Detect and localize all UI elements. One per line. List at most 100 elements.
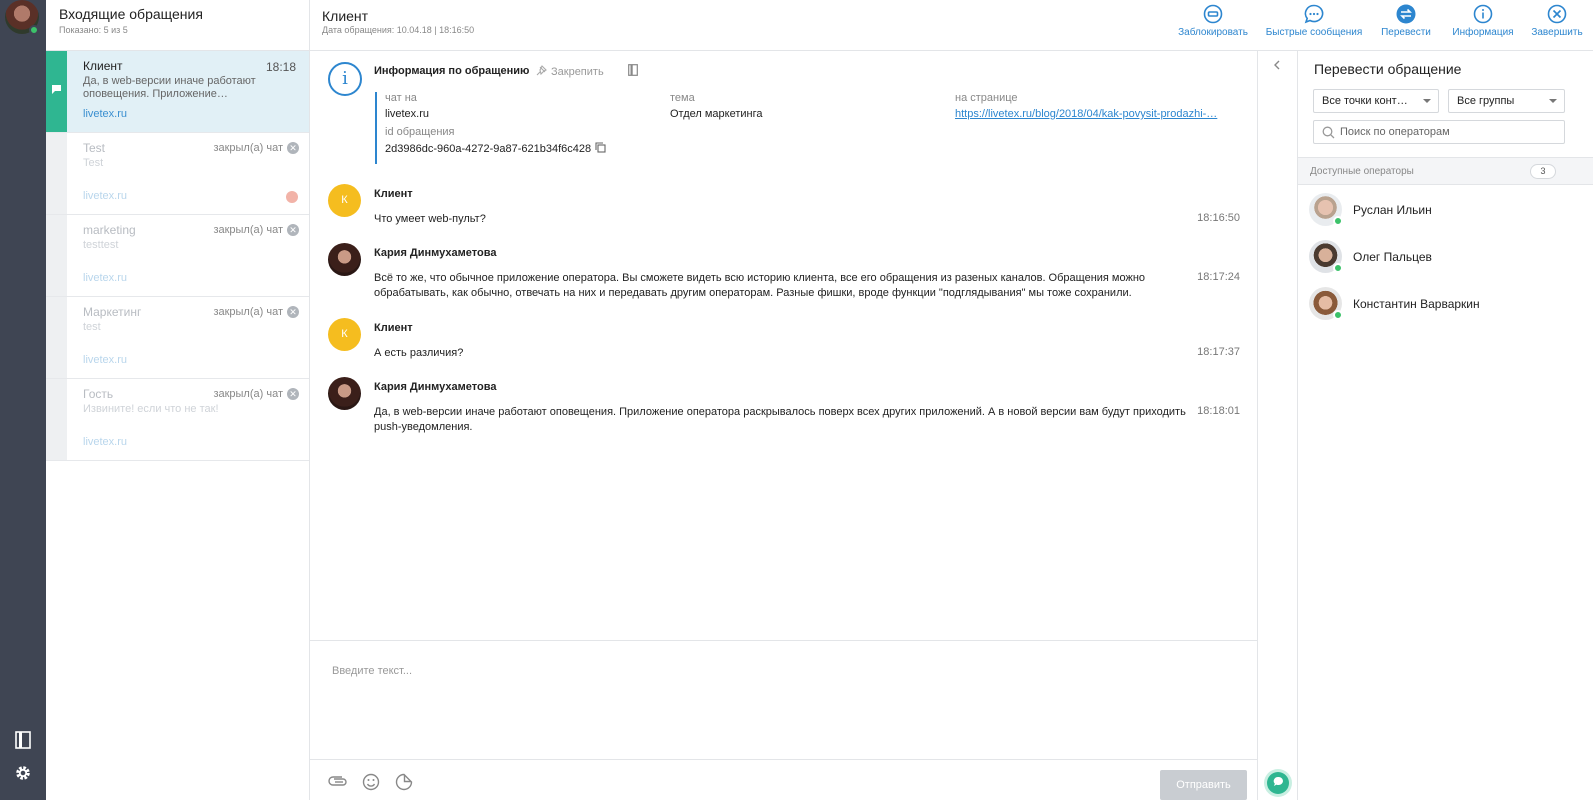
pin-label: Закрепить	[551, 66, 604, 78]
chat-closed-label: закрыл(а) чат	[213, 306, 283, 318]
dismiss-chat-icon[interactable]: ✕	[287, 388, 299, 400]
quick-messages-button[interactable]: Быстрые сообщения	[1261, 4, 1367, 38]
online-status-dot	[1333, 216, 1343, 226]
chat-closed-label: закрыл(а) чат	[213, 142, 283, 154]
chat-list-item[interactable]: marketing закрыл(а) чат ✕ testtest livete…	[46, 215, 309, 297]
chat-status-strip	[46, 215, 67, 296]
chat-site-link[interactable]: livetex.ru	[83, 436, 127, 448]
message-item: К Клиент Что умеет web-пульт? 18:16:50	[328, 184, 1240, 234]
chat-status-strip	[46, 297, 67, 378]
finish-button[interactable]: Завершить	[1521, 4, 1593, 38]
block-label: Заблокировать	[1178, 27, 1248, 38]
transfer-panel: Перевести обращение Все точки конт… Все …	[1298, 51, 1593, 800]
client-avatar: К	[328, 184, 361, 217]
knowledge-book-icon[interactable]	[12, 729, 34, 751]
operator-avatar	[328, 243, 361, 276]
conversation-date: Дата обращения: 10.04.18 | 18:16:50	[322, 25, 475, 35]
send-button[interactable]: Отправить	[1160, 770, 1247, 800]
operator-item[interactable]: Руслан Ильин	[1309, 193, 1579, 229]
chat-site-link[interactable]: livetex.ru	[83, 272, 127, 284]
message-input[interactable]: Введите текст...	[332, 665, 412, 677]
chat-list-item[interactable]: Клиент 18:18 Да, в web-версии иначе рабо…	[46, 51, 309, 133]
quick-messages-label: Быстрые сообщения	[1265, 27, 1363, 38]
chat-site-link[interactable]: livetex.ru	[83, 190, 127, 202]
close-circle-icon	[1547, 4, 1567, 24]
chat-last-message: test	[83, 321, 101, 333]
operator-name: Олег Пальцев	[1353, 250, 1432, 264]
page-url-link[interactable]: https://livetex.ru/blog/2018/04/kak-povy…	[955, 108, 1235, 120]
groups-value: Все группы	[1457, 95, 1515, 107]
message-author: Кария Динмухаметова	[374, 381, 497, 393]
chat-list-item[interactable]: Test закрыл(а) чат ✕ Test livetex.ru	[46, 133, 309, 215]
bookmark-icon[interactable]	[628, 64, 638, 79]
chat-bubble-icon	[1273, 776, 1284, 790]
message-item: Кария Динмухаметова Всё то же, что обычн…	[328, 243, 1240, 303]
emoji-icon[interactable]	[360, 772, 382, 792]
groups-select[interactable]: Все группы	[1448, 89, 1565, 113]
dismiss-chat-icon[interactable]: ✕	[287, 142, 299, 154]
block-button[interactable]: Заблокировать	[1165, 4, 1261, 38]
operator-name: Руслан Ильин	[1353, 203, 1432, 217]
message-author: Клиент	[374, 188, 413, 200]
chat-last-message: Извините! если что не так!	[83, 403, 219, 415]
operator-item[interactable]: Константин Варваркин	[1309, 287, 1579, 323]
dismiss-chat-icon[interactable]: ✕	[287, 224, 299, 236]
chevron-left-icon[interactable]	[1271, 59, 1283, 74]
transfer-label: Перевести	[1381, 27, 1431, 38]
message-time: 18:18:01	[1197, 405, 1240, 417]
topic-value: Отдел маркетинга	[670, 108, 763, 120]
information-button[interactable]: Информация	[1445, 4, 1521, 38]
sticker-icon[interactable]	[393, 772, 415, 792]
chat-closed-status: закрыл(а) чат ✕	[213, 224, 299, 236]
chat-last-message: Test	[83, 157, 104, 169]
chat-list-item[interactable]: Гость закрыл(а) чат ✕ Извините! если что …	[46, 379, 309, 461]
request-info-title: Информация по обращению	[374, 65, 530, 77]
chat-status-strip	[46, 379, 67, 460]
available-operators-header: Доступные операторы 3	[1298, 157, 1593, 185]
block-icon	[1203, 4, 1223, 24]
transfer-title: Перевести обращение	[1314, 61, 1462, 77]
chat-list-item[interactable]: Маркетинг закрыл(а) чат ✕ test livetex.ru	[46, 297, 309, 379]
chat-status-strip	[46, 51, 67, 132]
chat-fab-button[interactable]	[1267, 772, 1289, 794]
chat-closed-status: закрыл(а) чат ✕	[213, 388, 299, 400]
info-circle-icon: i	[328, 62, 362, 96]
incoming-chats-panel: Входящие обращения Показано: 5 из 5 Клие…	[46, 0, 310, 800]
side-panel-toggle-column	[1258, 51, 1298, 800]
finish-label: Завершить	[1531, 27, 1583, 38]
contact-points-select[interactable]: Все точки конт…	[1313, 89, 1439, 113]
conversation-header: Клиент Дата обращения: 10.04.18 | 18:16:…	[310, 0, 1593, 51]
conversation-title: Клиент	[322, 8, 369, 24]
request-id-row: 2d3986dc-960a-4272-9a87-621b34f6c428	[385, 142, 606, 156]
operator-item[interactable]: Олег Пальцев	[1309, 240, 1579, 276]
available-operators-label: Доступные операторы	[1310, 166, 1414, 177]
message-time: 18:17:24	[1197, 271, 1240, 283]
chat-site-link[interactable]: livetex.ru	[83, 108, 127, 120]
chat-closed-label: закрыл(а) чат	[213, 388, 283, 400]
chat-site-link[interactable]: livetex.ru	[83, 354, 127, 366]
transfer-icon	[1396, 4, 1416, 24]
message-text: Да, в web-версии иначе работают оповещен…	[374, 406, 1186, 433]
attach-icon[interactable]	[327, 772, 349, 792]
pin-button[interactable]: Закрепить	[536, 65, 604, 79]
dismiss-chat-icon[interactable]: ✕	[287, 306, 299, 318]
search-icon	[1322, 126, 1335, 142]
transfer-button[interactable]: Перевести	[1367, 4, 1445, 38]
operator-search-input[interactable]	[1340, 124, 1560, 140]
chat-closed-status: закрыл(а) чат ✕	[213, 306, 299, 318]
operator-name: Константин Варваркин	[1353, 297, 1480, 311]
client-avatar: К	[328, 318, 361, 351]
copy-icon[interactable]	[595, 142, 606, 156]
contact-points-value: Все точки конт…	[1322, 95, 1408, 107]
message-text: Что умеет web-пульт?	[374, 213, 486, 225]
chat-closed-label: закрыл(а) чат	[213, 224, 283, 236]
shown-count: Показано: 5 из 5	[59, 25, 128, 35]
chat-time: 18:18	[265, 60, 296, 74]
incoming-chats-title: Входящие обращения	[59, 6, 203, 22]
settings-gear-icon[interactable]	[12, 762, 34, 784]
request-info-fields: чат на livetex.ru тема Отдел маркетинга …	[375, 92, 1235, 164]
unread-badge	[286, 191, 298, 203]
chat-last-message: testtest	[83, 239, 119, 251]
info-icon	[1473, 4, 1493, 24]
message-time: 18:16:50	[1197, 212, 1240, 224]
